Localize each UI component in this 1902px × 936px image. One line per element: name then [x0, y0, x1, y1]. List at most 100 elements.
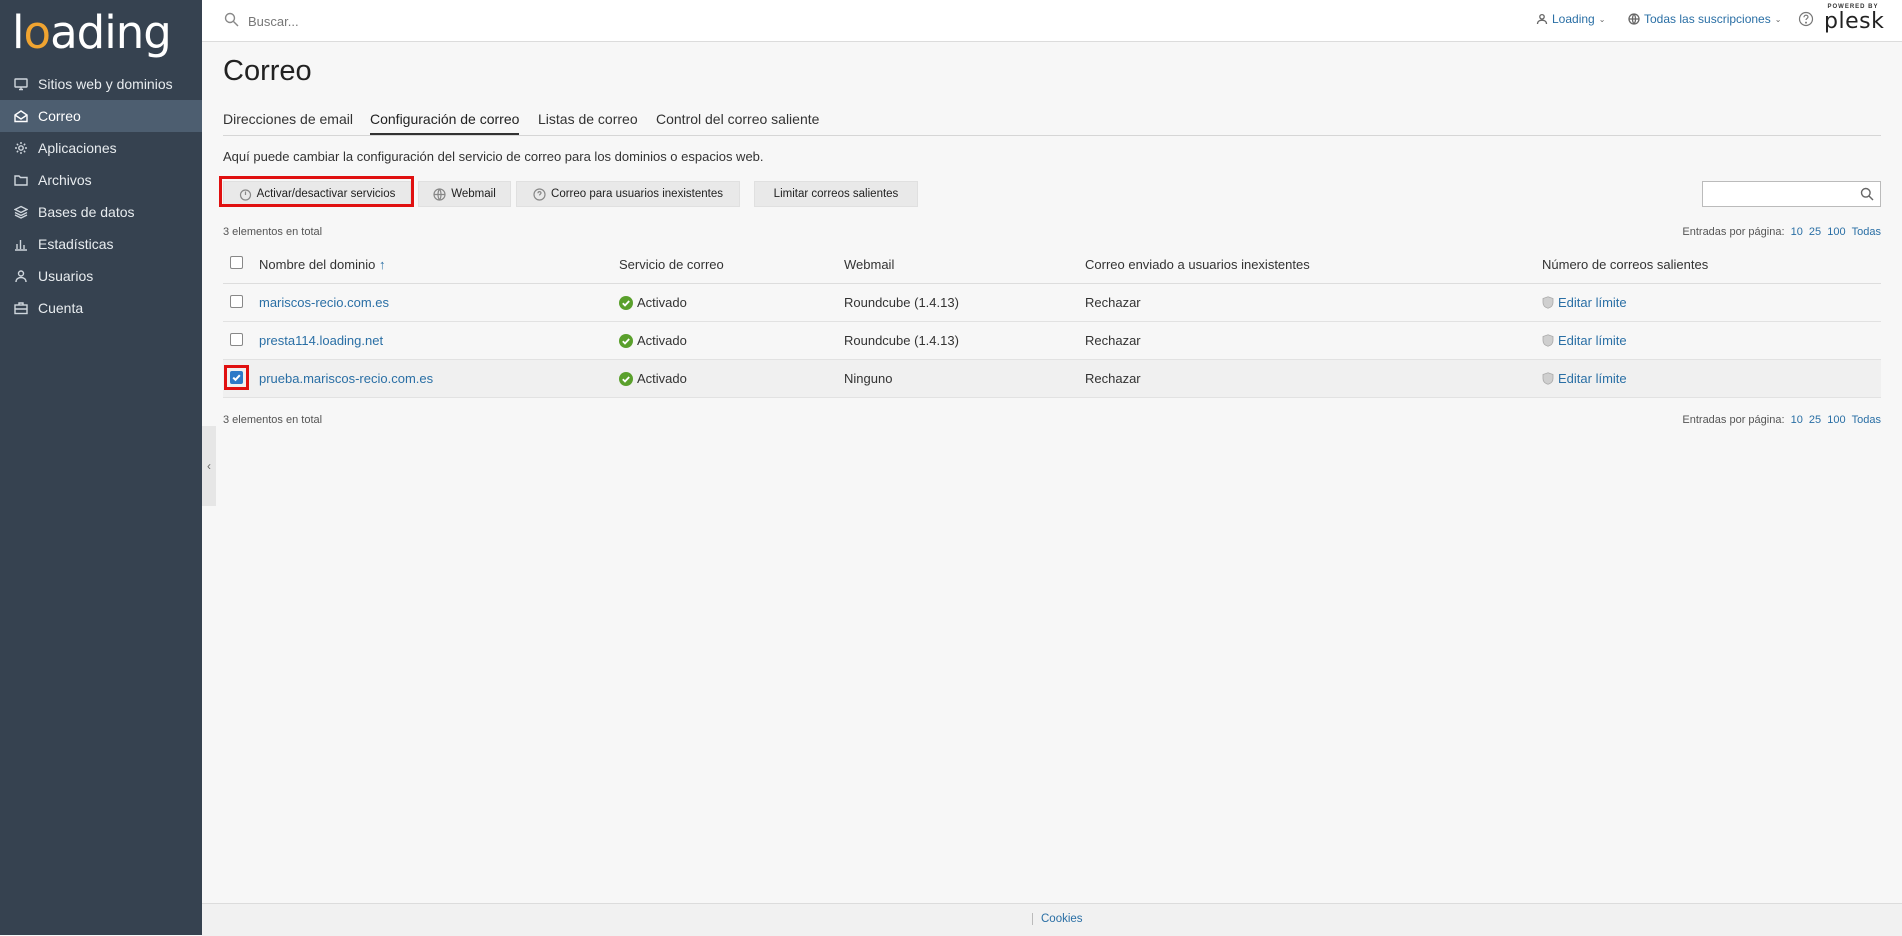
total-count: 3 elementos en total — [223, 226, 323, 238]
per-page-label: Entradas por página: — [1682, 414, 1785, 426]
tabs: Direcciones de email Configuración de co… — [223, 105, 1881, 136]
column-webmail[interactable]: Webmail — [844, 257, 894, 272]
table-row: presta114.loading.net Activado Roundcube… — [223, 322, 1881, 360]
sidebar-item-label: Estadísticas — [38, 236, 114, 252]
nonexistent-users-label: Correo para usuarios inexistentes — [551, 188, 723, 200]
sidebar-item-databases[interactable]: Bases de datos — [0, 196, 202, 228]
select-all-checkbox[interactable] — [230, 256, 243, 269]
status-text: Activado — [637, 295, 687, 310]
per-page-all[interactable]: Todas — [1852, 414, 1881, 426]
sort-asc-icon: ↑ — [378, 257, 386, 272]
status-text: Activado — [637, 333, 687, 348]
edit-limit-link[interactable]: Editar límite — [1542, 371, 1627, 386]
search-icon — [1860, 187, 1874, 201]
sidebar-collapse-handle[interactable]: ‹ — [202, 426, 216, 506]
page-description: Aquí puede cambiar la configuración del … — [223, 149, 764, 164]
user-menu-label: Loading — [1552, 12, 1595, 26]
checkmark-icon — [232, 374, 241, 382]
sidebar-item-label: Cuenta — [38, 300, 84, 316]
bar-chart-icon — [13, 236, 29, 252]
edit-limit-label: Editar límite — [1558, 333, 1627, 348]
question-icon — [533, 187, 546, 201]
tab-mailing-lists[interactable]: Listas de correo — [538, 111, 638, 133]
limit-outgoing-label: Limitar correos salientes — [773, 188, 899, 200]
sidebar-item-label: Correo — [38, 108, 81, 124]
sidebar-item-applications[interactable]: Aplicaciones — [0, 132, 202, 164]
per-page-25[interactable]: 25 — [1809, 414, 1821, 426]
globe-icon — [1628, 13, 1640, 25]
domain-link[interactable]: prueba.mariscos-recio.com.es — [259, 371, 433, 386]
chevron-down-icon: ⌄ — [1598, 14, 1606, 24]
edit-limit-link[interactable]: Editar límite — [1542, 295, 1627, 310]
domain-link[interactable]: mariscos-recio.com.es — [259, 295, 389, 310]
edit-limit-label: Editar límite — [1558, 295, 1627, 310]
table-row: mariscos-recio.com.es Activado Roundcube… — [223, 284, 1881, 322]
domains-table: Nombre del dominio ↑ Servicio de correo … — [223, 248, 1881, 398]
monitor-icon — [13, 76, 29, 92]
check-circle-icon — [619, 372, 633, 386]
sidebar-item-mail[interactable]: Correo — [0, 100, 202, 132]
column-outgoing-mail[interactable]: Número de correos salientes — [1542, 257, 1708, 272]
nonexistent-value: Rechazar — [1085, 295, 1141, 310]
entries-per-page-bottom: Entradas por página: 10 25 100 Todas — [1682, 414, 1881, 426]
sidebar-item-websites[interactable]: Sitios web y dominios — [0, 68, 202, 100]
column-domain-name[interactable]: Nombre del dominio ↑ — [259, 257, 385, 272]
limit-outgoing-button[interactable]: Limitar correos salientes — [754, 181, 918, 207]
webmail-label: Webmail — [451, 188, 496, 200]
cookies-link[interactable]: Cookies — [1032, 913, 1083, 925]
webmail-button[interactable]: Webmail — [418, 181, 511, 207]
help-icon[interactable] — [1798, 11, 1814, 27]
per-page-25[interactable]: 25 — [1809, 226, 1821, 238]
webmail-value: Roundcube (1.4.13) — [844, 295, 959, 310]
table-row: prueba.mariscos-recio.com.es Activado Ni… — [223, 360, 1881, 398]
edit-limit-link[interactable]: Editar límite — [1542, 333, 1627, 348]
column-domain-label: Nombre del dominio — [259, 257, 376, 272]
tab-mail-settings[interactable]: Configuración de correo — [370, 111, 520, 135]
global-search-input[interactable] — [246, 8, 650, 34]
sidebar-item-files[interactable]: Archivos — [0, 164, 202, 196]
check-circle-icon — [619, 334, 633, 348]
sidebar-item-account[interactable]: Cuenta — [0, 292, 202, 324]
webmail-value: Roundcube (1.4.13) — [844, 333, 959, 348]
mail-service-status: Activado — [619, 371, 687, 386]
sidebar-item-label: Bases de datos — [38, 204, 135, 220]
per-page-label: Entradas por página: — [1682, 226, 1785, 238]
mail-icon — [13, 108, 29, 124]
plesk-wordmark: plesk — [1824, 9, 1885, 34]
per-page-100[interactable]: 100 — [1827, 226, 1845, 238]
nonexistent-users-button[interactable]: Correo para usuarios inexistentes — [516, 181, 740, 207]
domain-link[interactable]: presta114.loading.net — [259, 333, 383, 348]
column-mail-service[interactable]: Servicio de correo — [619, 257, 724, 272]
plesk-logo: POWERED BY plesk — [1824, 3, 1885, 34]
status-text: Activado — [637, 371, 687, 386]
user-menu[interactable]: Loading ⌄ — [1536, 12, 1605, 26]
list-search-input[interactable] — [1702, 181, 1881, 207]
toggle-services-button[interactable]: Activar/desactivar servicios — [223, 181, 411, 207]
briefcase-icon — [13, 300, 29, 316]
shield-icon — [1542, 296, 1554, 309]
sidebar-item-users[interactable]: Usuarios — [0, 260, 202, 292]
row-checkbox[interactable] — [230, 371, 243, 384]
entries-per-page: Entradas por página: 10 25 100 Todas — [1682, 226, 1881, 238]
power-icon — [239, 188, 251, 201]
logo-o: o — [23, 6, 52, 59]
search-icon — [224, 12, 239, 27]
top-bar: Loading ⌄ Todas las suscripciones ⌄ POWE… — [202, 0, 1902, 42]
tab-email-addresses[interactable]: Direcciones de email — [223, 111, 353, 133]
tab-outgoing-mail-control[interactable]: Control del correo saliente — [656, 111, 819, 133]
footer: Cookies — [202, 903, 1902, 936]
per-page-100[interactable]: 100 — [1827, 414, 1845, 426]
per-page-10[interactable]: 10 — [1791, 226, 1803, 238]
row-checkbox[interactable] — [230, 295, 243, 308]
per-page-10[interactable]: 10 — [1791, 414, 1803, 426]
sidebar-nav: Sitios web y dominios Correo Aplicacione… — [0, 68, 202, 324]
sidebar-item-statistics[interactable]: Estadísticas — [0, 228, 202, 260]
brand-logo[interactable]: loading — [12, 6, 172, 59]
shield-icon — [1542, 372, 1554, 385]
per-page-all[interactable]: Todas — [1852, 226, 1881, 238]
subscriptions-menu[interactable]: Todas las suscripciones ⌄ — [1628, 12, 1781, 26]
nonexistent-value: Rechazar — [1085, 333, 1141, 348]
subscriptions-menu-label: Todas las suscripciones — [1644, 12, 1771, 26]
column-nonexistent-users[interactable]: Correo enviado a usuarios inexistentes — [1085, 257, 1310, 272]
row-checkbox[interactable] — [230, 333, 243, 346]
